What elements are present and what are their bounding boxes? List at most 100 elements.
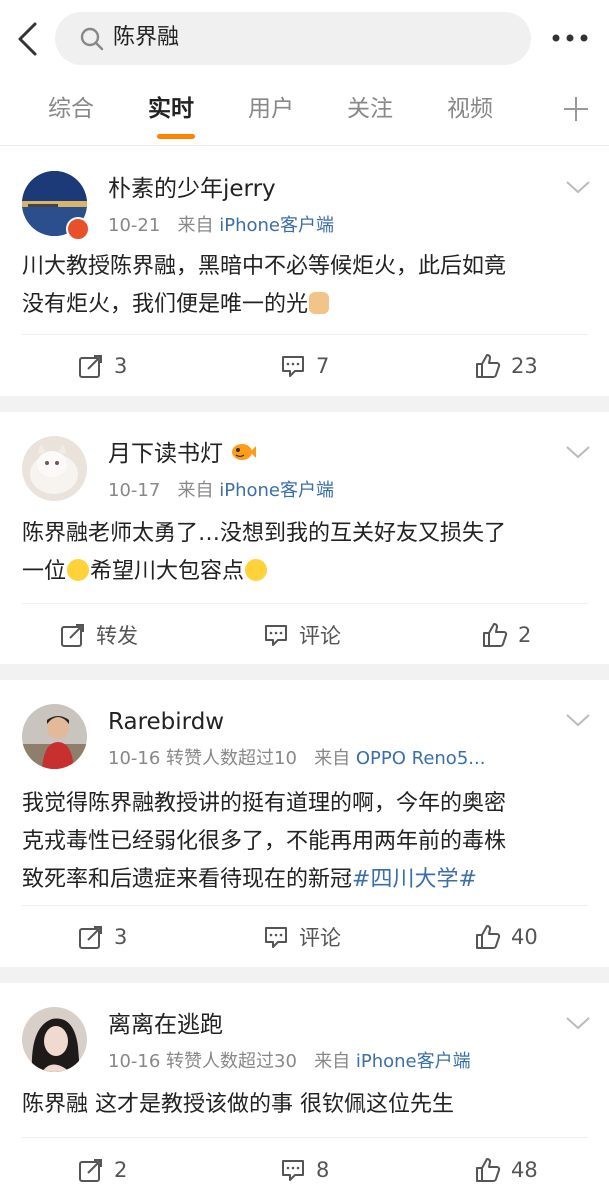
post-date: 10-16 xyxy=(108,1051,161,1072)
like-count: 2 xyxy=(518,623,532,647)
smile-emoji-icon xyxy=(67,559,90,581)
username[interactable]: 离离在逃跑 xyxy=(108,1009,223,1041)
repost-label: 转发 xyxy=(96,624,138,648)
repost-icon xyxy=(79,355,102,378)
comment-icon xyxy=(282,356,304,377)
post-card[interactable]: 月下读书灯 10-17 来自 iPhone客户端 陈界融老师太勇了…没想到我的互… xyxy=(0,412,609,664)
comment-button[interactable]: 7 xyxy=(280,349,329,383)
hashtag-link[interactable]: #四川大学# xyxy=(352,867,477,892)
post-date: 10-17 xyxy=(108,480,161,501)
post-text-line: 陈界融 这才是教授该做的事 很钦佩这位先生 xyxy=(22,1092,454,1117)
comment-count: 7 xyxy=(316,354,330,378)
avatar[interactable] xyxy=(22,704,87,769)
like-button[interactable]: 23 xyxy=(475,349,538,383)
repost-button[interactable]: 3 xyxy=(78,920,127,954)
post-source[interactable]: iPhone客户端 xyxy=(356,1051,471,1072)
post-text-line: 陈界融老师太勇了…没想到我的互关好友又损失了 xyxy=(22,521,507,546)
post-text: 陈界融老师太勇了…没想到我的互关好友又损失了 一位 希望川大包容点 xyxy=(22,515,592,591)
post-text-line: 致死率和后遗症来看待现在的新冠 xyxy=(22,867,353,892)
post-meta: 10-16 转赞人数超过10 来自 OPPO Reno5... xyxy=(108,746,485,772)
chevron-down-icon[interactable] xyxy=(565,710,591,730)
post-text-line: 克戎毒性已经弱化很多了，不能再用两年前的毒株 xyxy=(22,829,507,854)
comment-button[interactable]: 评论 xyxy=(263,920,341,954)
divider xyxy=(22,334,588,335)
post-text-line: 没有炬火，我们便是唯一的光 xyxy=(22,292,309,317)
chevron-down-icon[interactable] xyxy=(565,1013,591,1033)
source-prefix: 来自 xyxy=(314,748,351,769)
comment-button[interactable]: 8 xyxy=(280,1153,329,1187)
search-input[interactable]: 陈界融 xyxy=(55,12,531,65)
verified-badge-icon xyxy=(66,217,90,241)
chevron-down-icon[interactable] xyxy=(565,177,591,197)
divider xyxy=(22,603,588,604)
tab-users[interactable]: 用户 xyxy=(248,92,294,126)
post-date: 10-16 xyxy=(108,748,161,769)
comment-button[interactable]: 评论 xyxy=(263,618,341,652)
comment-icon xyxy=(282,1160,304,1181)
post-text-line: 川大教授陈界融，黑暗中不必等候炬火，此后如竟 xyxy=(22,254,507,279)
divider xyxy=(22,1137,588,1138)
search-icon xyxy=(80,27,104,51)
comment-label: 评论 xyxy=(299,624,341,648)
fish-badge-icon xyxy=(232,444,257,460)
like-count: 23 xyxy=(511,354,538,378)
post-text: 我觉得陈界融教授讲的挺有道理的啊，今年的奥密 克戎毒性已经弱化很多了，不能再用两… xyxy=(22,785,592,899)
divider xyxy=(22,905,588,906)
repost-button[interactable]: 3 xyxy=(78,349,127,383)
post-card[interactable]: Rarebirdw 10-16 转赞人数超过10 来自 OPPO Reno5..… xyxy=(0,680,609,967)
post-meta: 10-21 来自 iPhone客户端 xyxy=(108,213,334,239)
post-source[interactable]: iPhone客户端 xyxy=(219,480,334,501)
repost-count: 3 xyxy=(114,925,128,949)
post-meta: 10-16 转赞人数超过30 来自 iPhone客户端 xyxy=(108,1049,471,1075)
repost-count: 2 xyxy=(114,1158,128,1182)
like-button[interactable]: 48 xyxy=(475,1153,538,1187)
username[interactable]: Rarebirdw xyxy=(108,706,224,738)
post-text: 陈界融 这才是教授该做的事 很钦佩这位先生 xyxy=(22,1086,592,1124)
like-button[interactable]: 2 xyxy=(482,618,531,652)
thumbs-up-icon xyxy=(483,623,508,647)
repost-button[interactable]: 2 xyxy=(78,1153,127,1187)
comment-icon xyxy=(265,927,287,948)
thumbs-up-icon xyxy=(476,925,501,949)
repost-button[interactable]: 转发 xyxy=(60,618,138,652)
username[interactable]: 月下读书灯 xyxy=(108,438,257,470)
post-card[interactable]: 朴素的少年jerry 10-21 来自 iPhone客户端 川大教授陈界融，黑暗… xyxy=(0,147,609,396)
repost-icon xyxy=(79,926,102,949)
add-tab-icon[interactable] xyxy=(561,94,591,124)
tab-following[interactable]: 关注 xyxy=(347,92,393,126)
tab-realtime[interactable]: 实时 xyxy=(148,92,194,126)
comment-count: 8 xyxy=(316,1158,330,1182)
repost-threshold: 转赞人数超过10 xyxy=(166,748,297,769)
thumbs-up-emoji-icon xyxy=(309,292,330,314)
search-query: 陈界融 xyxy=(113,25,180,50)
username[interactable]: 朴素的少年jerry xyxy=(108,173,276,205)
username-text: 月下读书灯 xyxy=(108,441,223,467)
source-prefix: 来自 xyxy=(177,480,214,501)
chevron-down-icon[interactable] xyxy=(565,442,591,462)
more-icon[interactable] xyxy=(548,22,592,54)
top-bar: 陈界融 xyxy=(0,0,609,76)
post-text: 川大教授陈界融，黑暗中不必等候炬火，此后如竟 没有炬火，我们便是唯一的光 xyxy=(22,248,592,324)
comment-label: 评论 xyxy=(299,926,341,950)
avatar[interactable] xyxy=(22,436,87,501)
back-icon[interactable] xyxy=(8,18,48,60)
thumbs-up-icon xyxy=(476,1158,501,1182)
like-button[interactable]: 40 xyxy=(475,920,538,954)
source-prefix: 来自 xyxy=(314,1051,351,1072)
post-source[interactable]: iPhone客户端 xyxy=(219,215,334,236)
post-meta: 10-17 来自 iPhone客户端 xyxy=(108,478,334,504)
repost-threshold: 转赞人数超过30 xyxy=(166,1051,297,1072)
post-text-line: 希望川大包容点 xyxy=(90,559,245,584)
avatar[interactable] xyxy=(22,1007,87,1072)
repost-icon xyxy=(61,624,84,647)
tab-bar: 综合 实时 用户 关注 视频 xyxy=(0,78,609,146)
repost-count: 3 xyxy=(114,354,128,378)
tab-general[interactable]: 综合 xyxy=(48,92,94,126)
post-source[interactable]: OPPO Reno5... xyxy=(356,748,486,769)
repost-icon xyxy=(79,1159,102,1182)
section-separator xyxy=(0,664,609,680)
post-card[interactable]: 离离在逃跑 10-16 转赞人数超过30 来自 iPhone客户端 陈界融 这才… xyxy=(0,983,609,1200)
tab-video[interactable]: 视频 xyxy=(447,92,493,126)
section-separator xyxy=(0,396,609,412)
post-text-line: 一位 xyxy=(22,559,67,584)
